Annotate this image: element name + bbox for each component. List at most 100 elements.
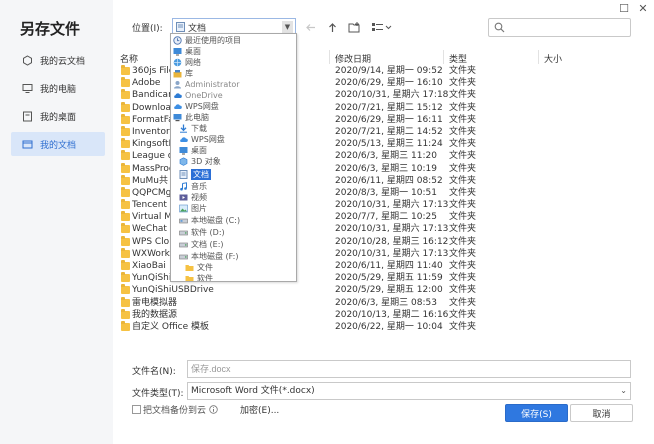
save-button[interactable]: 保存(S): [505, 404, 568, 422]
sidebar-item-cloud-docs[interactable]: 我的云文档: [11, 48, 105, 72]
folder-icon: [121, 174, 130, 185]
file-type: 文件夹: [449, 200, 477, 211]
dropdown-item-desktop[interactable]: 桌面: [173, 46, 201, 57]
dropdown-item-recent[interactable]: 最近使用的项目: [173, 35, 241, 46]
dropdown-item-folder-files[interactable]: 文件: [185, 262, 213, 273]
table-row[interactable]: 雷电模拟器 2020/6/3, 星期三 08:53 文件夹: [118, 296, 628, 309]
folder-icon: [121, 65, 130, 75]
file-type: 文件夹: [449, 163, 477, 174]
dropdown-item-drive-d[interactable]: 软件 (D:): [179, 227, 225, 238]
file-date: 2020/8/3, 星期一 10:51: [335, 187, 437, 198]
dropdown-item-label: 文档: [191, 169, 211, 180]
file-date: 2020/5/29, 星期五 11:59: [335, 273, 443, 284]
filename-input[interactable]: [191, 361, 611, 377]
column-header-date[interactable]: 修改日期: [335, 52, 371, 65]
table-row[interactable]: 我的数据源 2020/10/13, 星期二 16:16 文件夹: [118, 308, 628, 321]
backup-option[interactable]: 把文档备份到云: [132, 403, 218, 416]
dropdown-item-pictures[interactable]: 图片: [179, 203, 207, 214]
dropdown-item-this-pc[interactable]: 此电脑: [173, 112, 209, 123]
view-menu-button[interactable]: [370, 19, 394, 35]
file-date: 2020/6/11, 星期四 08:52: [335, 175, 443, 186]
search-field[interactable]: [488, 18, 631, 37]
dropdown-item-music[interactable]: 音乐: [179, 181, 207, 192]
document-icon: [176, 22, 185, 32]
table-row[interactable]: YunQiShiUSBDrive 2020/5/29, 星期五 12:00 文件夹: [118, 284, 628, 296]
drive-icon: [179, 240, 188, 249]
location-dropdown: 最近使用的项目 桌面 网络 库 Administrator OneDrive W…: [170, 33, 297, 282]
file-date: 2020/6/3, 星期三 08:53: [335, 297, 437, 308]
drive-icon: [179, 252, 188, 261]
dropdown-item-drive-e[interactable]: 文档 (E:): [179, 239, 224, 250]
folder-icon: [121, 162, 130, 173]
file-date: 2020/10/31, 星期六 17:18: [335, 90, 449, 101]
dropdown-item-folder-software[interactable]: 软件: [185, 273, 213, 281]
dropdown-item-label: 本地磁盘 (F:): [191, 252, 239, 261]
file-date: 2020/6/29, 星期一 16:10: [335, 78, 443, 89]
dropdown-item-label: 软件 (D:): [191, 228, 225, 237]
dropdown-item-videos[interactable]: 视频: [179, 192, 207, 203]
filetype-select[interactable]: Microsoft Word 文件(*.docx) ⌄: [187, 382, 631, 400]
file-date: 2020/5/29, 星期五 12:00: [335, 285, 443, 296]
file-date: 2020/10/31, 星期六 17:13: [335, 200, 449, 211]
sidebar-item-my-documents[interactable]: 我的文档: [11, 132, 105, 156]
arrow-left-icon: [305, 23, 315, 31]
column-divider[interactable]: [329, 50, 330, 64]
new-folder-icon: [348, 21, 360, 32]
column-header-size[interactable]: 大小: [544, 52, 562, 65]
dropdown-item-label: 音乐: [191, 182, 207, 191]
dropdown-item-3d-objects[interactable]: 3D 对象: [179, 156, 221, 167]
encrypt-link[interactable]: 加密(E)...: [240, 403, 279, 416]
dropdown-item-network[interactable]: 网络: [173, 57, 201, 68]
filename-field[interactable]: [187, 360, 631, 378]
table-row[interactable]: 自定义 Office 模板 2020/6/22, 星期一 10:04 文件夹: [118, 320, 628, 333]
folder-icon: [121, 113, 130, 124]
backup-checkbox[interactable]: [132, 405, 141, 414]
file-date: 2020/6/29, 星期一 16:11: [335, 114, 443, 125]
search-input[interactable]: [509, 19, 627, 36]
dropdown-item-label: 本地磁盘 (C:): [191, 216, 241, 225]
file-type: 文件夹: [449, 309, 477, 320]
file-type: 文件夹: [449, 114, 477, 125]
up-button[interactable]: [324, 19, 340, 35]
close-button[interactable]: ✕: [636, 2, 650, 15]
dropdown-item-documents[interactable]: 文档: [179, 169, 211, 180]
chevron-down-icon[interactable]: ▼: [282, 21, 293, 33]
sidebar-item-my-computer[interactable]: 我的电脑: [11, 76, 105, 100]
file-type: 文件夹: [449, 212, 477, 223]
dropdown-item-onedrive[interactable]: OneDrive: [173, 90, 223, 101]
sidebar-item-my-desktop[interactable]: 我的桌面: [11, 104, 105, 128]
file-name: YunQiShiUSBDrive: [132, 285, 214, 296]
folder-icon: [121, 296, 130, 307]
music-icon: [179, 182, 188, 191]
dropdown-item-label: 下载: [191, 124, 207, 133]
dropdown-item-administrator[interactable]: Administrator: [173, 79, 240, 90]
file-date: 2020/10/31, 星期六 17:13: [335, 224, 449, 235]
column-header-type[interactable]: 类型: [449, 52, 467, 65]
info-icon[interactable]: [209, 405, 218, 414]
file-date: 2020/6/3, 星期三 10:19: [335, 163, 437, 174]
cloud-icon: [173, 102, 182, 111]
dropdown-item-downloads[interactable]: 下载: [179, 123, 207, 134]
download-icon: [179, 124, 188, 133]
folder-icon: [121, 101, 130, 112]
dropdown-item-label: 网络: [185, 58, 201, 67]
file-date: 2020/10/28, 星期三 16:12: [335, 236, 449, 247]
filename-label: 文件名(N):: [132, 367, 176, 377]
file-name: 我的数据源: [132, 309, 178, 320]
dropdown-item-desktop-2[interactable]: 桌面: [179, 145, 207, 156]
dropdown-item-library[interactable]: 库: [173, 68, 193, 79]
back-button[interactable]: [302, 19, 318, 35]
column-divider[interactable]: [443, 50, 444, 64]
dropdown-item-wps-cloud-2[interactable]: WPS网盘: [179, 134, 225, 145]
dropdown-item-drive-c[interactable]: 本地磁盘 (C:): [179, 215, 240, 226]
dropdown-item-drive-f[interactable]: 本地磁盘 (F:): [179, 251, 238, 262]
maximize-button[interactable]: ☐: [617, 2, 631, 15]
new-folder-button[interactable]: [346, 19, 362, 35]
file-type: 文件夹: [449, 261, 477, 271]
column-header-name[interactable]: 名称: [120, 52, 138, 65]
column-divider[interactable]: [538, 50, 539, 64]
dropdown-item-wps-cloud[interactable]: WPS网盘: [173, 101, 219, 112]
file-date: 2020/7/7, 星期二 10:25: [335, 212, 437, 223]
cancel-button[interactable]: 取消: [570, 404, 633, 422]
folder-icon: [121, 89, 130, 100]
